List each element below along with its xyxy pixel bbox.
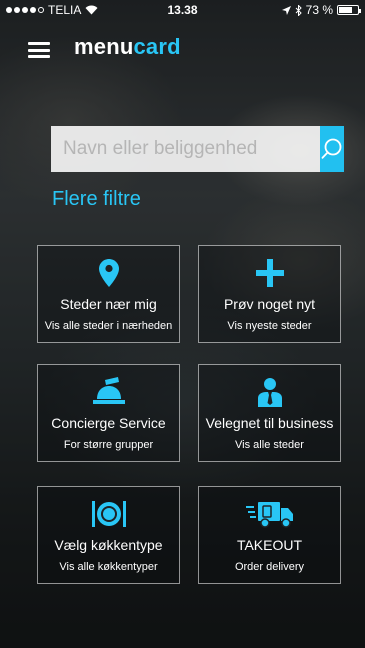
- tile-subtitle: Vis alle køkkentyper: [59, 561, 158, 573]
- tile-title: TAKEOUT: [236, 537, 303, 553]
- tile-title: Concierge Service: [51, 415, 166, 431]
- tile-cuisine[interactable]: Vælg køkkentype Vis alle køkkentyper: [37, 486, 180, 584]
- search-input[interactable]: [51, 126, 320, 172]
- plus-icon: [255, 259, 284, 287]
- tile-business[interactable]: Velegnet til business Vis alle steder: [198, 364, 341, 462]
- search-bar: [51, 126, 344, 172]
- tile-subtitle: For større grupper: [63, 439, 154, 451]
- tile-subtitle: Order delivery: [234, 561, 305, 573]
- tile-title: Velegnet til business: [205, 415, 334, 431]
- logo-menu-text: menu: [74, 34, 134, 59]
- tile-title: Prøv noget nyt: [223, 296, 316, 312]
- tile-subtitle: Vis alle steder: [235, 439, 304, 451]
- status-right: 73 %: [281, 3, 361, 17]
- location-arrow-icon: [281, 5, 291, 15]
- app-logo: menucard: [74, 34, 181, 60]
- delivery-truck-icon: [245, 502, 293, 528]
- location-pin-icon: [98, 259, 119, 287]
- more-filters-link[interactable]: Flere filtre: [52, 188, 141, 211]
- tile-takeout[interactable]: TAKEOUT Order delivery: [198, 486, 341, 584]
- search-icon: [321, 138, 342, 159]
- tile-nearby[interactable]: Steder nær mig Vis alle steder i nærhede…: [37, 245, 180, 343]
- tile-try-new[interactable]: Prøv noget nyt Vis nyeste steder: [198, 245, 341, 343]
- battery-icon: [337, 5, 361, 15]
- tile-title: Vælg køkkentype: [54, 537, 163, 553]
- tile-subtitle: Vis nyeste steder: [227, 320, 312, 332]
- bluetooth-icon: [295, 4, 302, 16]
- tile-concierge[interactable]: Concierge Service For større grupper: [37, 364, 180, 462]
- battery-percent: 73 %: [305, 3, 333, 17]
- businessman-icon: [257, 378, 282, 407]
- logo-card-text: card: [133, 34, 181, 59]
- menu-icon[interactable]: [28, 42, 50, 58]
- status-bar: TELIA 13.38 73 %: [0, 0, 365, 20]
- search-button[interactable]: [320, 126, 344, 172]
- plate-cutlery-icon: [91, 501, 126, 527]
- tile-subtitle: Vis alle steder i nærheden: [44, 320, 173, 332]
- tile-title: Steder nær mig: [60, 296, 157, 312]
- service-bell-icon: [92, 377, 125, 404]
